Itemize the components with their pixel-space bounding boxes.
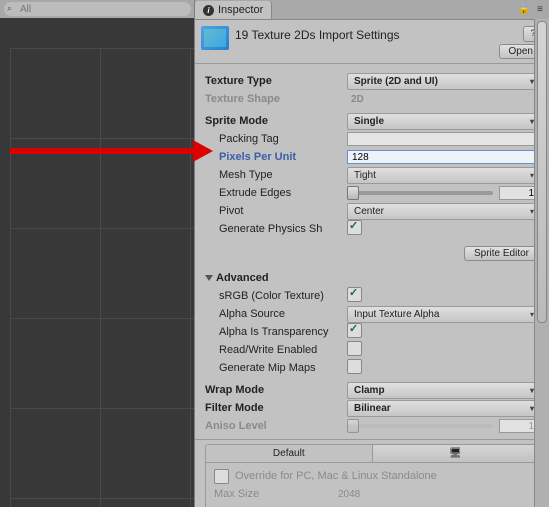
label-aniso: Aniso Level: [205, 420, 347, 432]
label-max-size: Max Size: [214, 488, 334, 500]
input-packing-tag[interactable]: [347, 132, 539, 146]
page-title: 19 Texture 2Ds Import Settings: [235, 26, 493, 42]
label-gen-mipmaps: Generate Mip Maps: [219, 362, 347, 374]
label-read-write: Read/Write Enabled: [219, 344, 347, 356]
search-icon: ⌕: [7, 3, 12, 14]
scrollbar[interactable]: [534, 19, 549, 507]
search-input[interactable]: [4, 2, 191, 16]
checkbox-read-write[interactable]: [347, 341, 362, 356]
dropdown-mesh-type[interactable]: Tight▾: [347, 167, 539, 184]
platform-tab-standalone[interactable]: 🖥: [373, 445, 539, 462]
label-override: Override for PC, Mac & Linux Standalone: [235, 470, 437, 482]
tab-bar: i Inspector 🔒 ≡: [195, 0, 549, 20]
inspector-body: Texture Type Sprite (2D and UI)▾ Texture…: [195, 64, 549, 507]
platform-settings: Default 🖥 Override for PC, Mac & Linux S…: [205, 444, 539, 507]
value-texture-shape: 2D: [347, 94, 539, 105]
tab-label: Inspector: [218, 4, 263, 16]
slider-extrude-edges[interactable]: [347, 191, 493, 195]
inspector-header: 19 Texture 2Ds Import Settings ? Open: [195, 20, 549, 64]
platform-tab-default[interactable]: Default: [206, 445, 373, 462]
input-pixels-per-unit[interactable]: [347, 150, 539, 164]
checkbox-gen-physics[interactable]: [347, 220, 362, 235]
scene-panel: ⌕: [0, 0, 195, 507]
info-icon: i: [203, 5, 214, 16]
label-gen-physics: Generate Physics Sh: [219, 223, 347, 235]
sprite-editor-button[interactable]: Sprite Editor: [464, 246, 539, 261]
label-alpha-source: Alpha Source: [219, 308, 347, 320]
panel-menu-icon[interactable]: ≡: [533, 2, 547, 16]
checkbox-srgb[interactable]: [347, 287, 362, 302]
checkbox-gen-mipmaps[interactable]: [347, 359, 362, 374]
search-bar: ⌕: [0, 0, 195, 19]
input-aniso: [499, 419, 539, 433]
label-extrude-edges: Extrude Edges: [219, 187, 347, 199]
dropdown-filter-mode[interactable]: Bilinear▾: [347, 400, 539, 417]
dropdown-texture-type[interactable]: Sprite (2D and UI)▾: [347, 73, 539, 90]
label-pixels-per-unit: Pixels Per Unit: [219, 151, 347, 163]
foldout-advanced[interactable]: Advanced: [205, 269, 539, 287]
label-wrap-mode: Wrap Mode: [205, 384, 347, 396]
checkbox-override[interactable]: [214, 469, 229, 484]
label-srgb: sRGB (Color Texture): [219, 290, 347, 302]
texture-icon: [201, 26, 229, 50]
foldout-icon: [205, 275, 213, 281]
lock-icon[interactable]: 🔒: [517, 2, 531, 16]
dropdown-alpha-source[interactable]: Input Texture Alpha▾: [347, 306, 539, 323]
label-sprite-mode: Sprite Mode: [205, 115, 347, 127]
scrollbar-thumb[interactable]: [537, 21, 547, 323]
label-texture-shape: Texture Shape: [205, 93, 347, 105]
label-pivot: Pivot: [219, 205, 347, 217]
value-max-size: 2048: [334, 489, 530, 500]
label-packing-tag: Packing Tag: [219, 133, 347, 145]
scene-viewport[interactable]: [0, 18, 195, 507]
slider-aniso: [347, 424, 493, 428]
input-extrude-edges[interactable]: [499, 186, 539, 200]
label-alpha-transparency: Alpha Is Transparency: [219, 326, 347, 338]
label-filter-mode: Filter Mode: [205, 402, 347, 414]
label-texture-type: Texture Type: [205, 75, 347, 87]
checkbox-alpha-transparency[interactable]: [347, 323, 362, 338]
dropdown-sprite-mode[interactable]: Single▾: [347, 113, 539, 130]
dropdown-wrap-mode[interactable]: Clamp▾: [347, 382, 539, 399]
inspector-panel: i Inspector 🔒 ≡ 19 Texture 2Ds Import Se…: [194, 0, 549, 507]
label-mesh-type: Mesh Type: [219, 169, 347, 181]
tab-inspector[interactable]: i Inspector: [195, 1, 272, 19]
annotation-arrow: [10, 148, 195, 154]
dropdown-pivot[interactable]: Center▾: [347, 203, 539, 220]
